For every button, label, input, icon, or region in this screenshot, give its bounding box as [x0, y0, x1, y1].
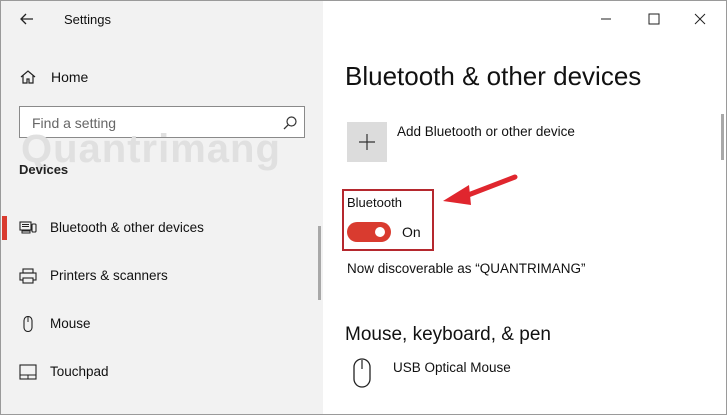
section-label-devices: Devices	[19, 162, 69, 177]
nav-home[interactable]: Home	[1, 63, 323, 91]
bluetooth-toggle[interactable]	[347, 222, 391, 242]
device-name[interactable]: USB Optical Mouse	[393, 360, 511, 375]
sidebar-item-label: Bluetooth & other devices	[50, 220, 204, 235]
add-device-button[interactable]	[347, 122, 387, 162]
sidebar-item-label: Printers & scanners	[50, 268, 168, 283]
mouse-icon	[353, 358, 371, 388]
printer-icon	[19, 268, 37, 284]
close-icon	[694, 13, 706, 25]
app-title: Settings	[64, 12, 111, 27]
sidebar-item-bluetooth[interactable]: Bluetooth & other devices	[1, 212, 323, 244]
maximize-icon	[648, 13, 660, 25]
maximize-button[interactable]	[630, 1, 678, 37]
plus-icon	[359, 134, 375, 150]
sidebar-scrollbar[interactable]	[318, 226, 321, 300]
sidebar-item-touchpad[interactable]: Touchpad	[1, 356, 323, 388]
sidebar-item-printers[interactable]: Printers & scanners	[1, 260, 323, 292]
back-arrow-icon	[20, 13, 33, 25]
search-icon[interactable]	[282, 115, 298, 131]
close-button[interactable]	[676, 1, 724, 37]
nav-home-label: Home	[51, 69, 89, 85]
content-scrollbar[interactable]	[721, 114, 724, 160]
home-icon	[20, 70, 36, 84]
sidebar-item-label: Touchpad	[50, 364, 109, 379]
bluetooth-devices-icon	[19, 221, 37, 234]
bluetooth-label: Bluetooth	[347, 195, 402, 210]
window-controls	[576, 1, 726, 37]
add-device-label[interactable]: Add Bluetooth or other device	[397, 124, 575, 139]
sidebar: Settings Home Quantrimang Devices	[1, 1, 323, 414]
discoverable-text: Now discoverable as “QUANTRIMANG”	[347, 261, 586, 276]
bluetooth-state-label: On	[402, 224, 421, 240]
page-title: Bluetooth & other devices	[345, 61, 642, 91]
sidebar-item-mouse[interactable]: Mouse	[1, 308, 323, 340]
back-button[interactable]	[13, 7, 41, 31]
minimize-icon	[601, 18, 611, 20]
toggle-knob	[375, 227, 385, 237]
selected-indicator	[2, 216, 7, 240]
minimize-button[interactable]	[582, 1, 630, 37]
title-bar: Settings	[1, 1, 323, 37]
section-heading-mouse-keyboard-pen: Mouse, keyboard, & pen	[345, 324, 551, 345]
annotation-arrow-icon	[443, 174, 518, 205]
main-content: Bluetooth & other devices Add Bluetooth …	[323, 1, 726, 414]
settings-window: Settings Home Quantrimang Devices	[0, 0, 727, 415]
touchpad-icon	[19, 364, 37, 380]
mouse-icon	[23, 316, 33, 332]
sidebar-item-label: Mouse	[50, 316, 91, 331]
